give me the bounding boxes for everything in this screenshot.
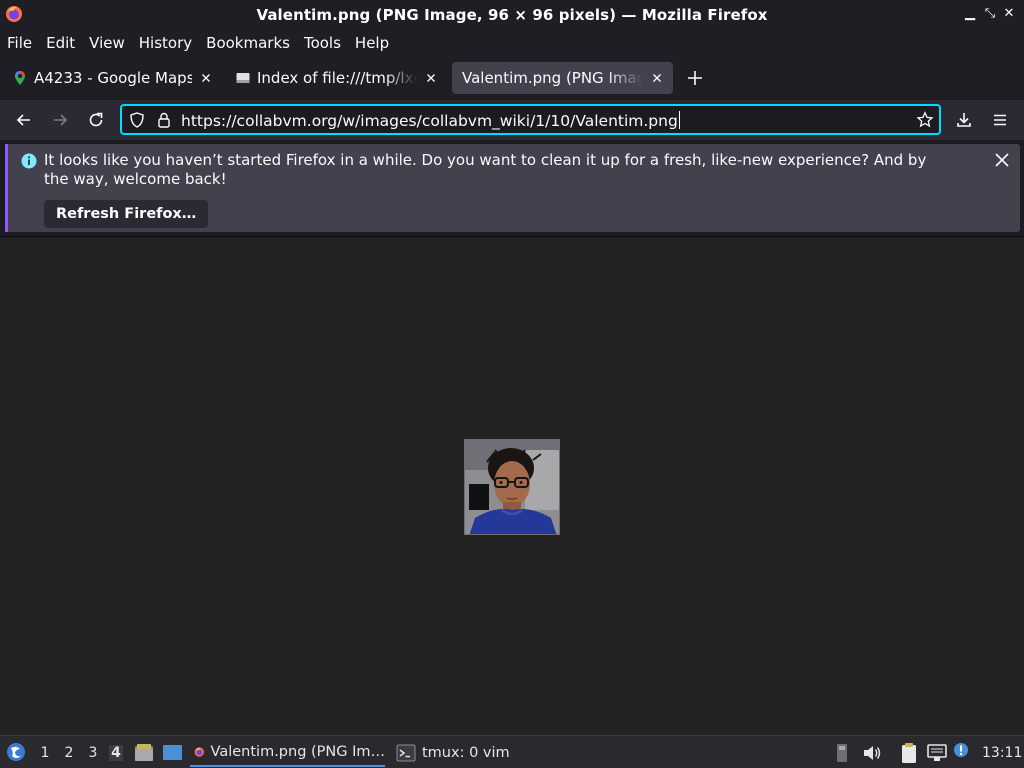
tab-file-index[interactable]: Index of file:///tmp/lxqt (225, 62, 447, 94)
close-icon[interactable] (994, 152, 1010, 168)
menu-help[interactable]: Help (355, 34, 389, 52)
menu-edit[interactable]: Edit (46, 34, 75, 52)
taskbar-firefox-window[interactable]: Valentim.png (PNG Im… (190, 738, 385, 767)
back-arrow-icon[interactable] (14, 110, 34, 130)
desktop-1-button[interactable]: 1 (38, 745, 52, 761)
start-menu-icon[interactable] (6, 742, 26, 762)
text-caret (678, 111, 680, 129)
tab-strip: A4233 - Google Maps Index of file:///tmp… (0, 56, 1024, 100)
downloads-icon[interactable] (954, 110, 974, 130)
tab-google-maps[interactable]: A4233 - Google Maps (2, 62, 222, 94)
image-viewer (0, 237, 1024, 735)
desktop-4-button[interactable]: 4 (109, 745, 123, 761)
notification-alert-icon[interactable] (953, 742, 969, 758)
maximize-icon[interactable]: ⤡ (983, 6, 997, 22)
file-manager-icon[interactable] (134, 743, 154, 762)
reload-icon[interactable] (86, 110, 106, 130)
removable-media-icon[interactable] (834, 743, 850, 763)
file-index-icon (236, 73, 250, 83)
menu-file[interactable]: File (7, 34, 32, 52)
tab-label: Index of file:///tmp/lxqt (257, 69, 417, 87)
close-tab-icon[interactable] (423, 70, 439, 86)
tab-valentim-png[interactable]: Valentim.png (PNG Image, 96 × 96 pixels) (452, 62, 673, 94)
url-value: https://collabvm.org/w/images/collabvm_w… (181, 112, 678, 130)
notification-message: It looks like you haven’t started Firefo… (44, 151, 927, 188)
lock-icon[interactable] (155, 111, 173, 129)
menu-bar: File Edit View History Bookmarks Tools H… (0, 29, 1024, 56)
valentim-image[interactable] (464, 439, 560, 535)
map-pin-icon (15, 71, 25, 85)
desktop-3-button[interactable]: 3 (86, 745, 100, 761)
url-field[interactable]: https://collabvm.org/w/images/collabvm_w… (181, 111, 680, 130)
close-tab-icon[interactable] (649, 70, 665, 86)
network-icon[interactable] (926, 743, 948, 763)
taskbar: 1 2 3 4 Valentim.png (PNG Im… tmux: 0 vi… (0, 735, 1024, 768)
show-desktop-icon[interactable] (162, 744, 183, 761)
window-titlebar: Valentim.png (PNG Image, 96 × 96 pixels)… (0, 0, 1024, 29)
task-label: tmux: 0 vim (422, 744, 510, 761)
url-bar[interactable]: https://collabvm.org/w/images/collabvm_w… (120, 104, 941, 135)
info-icon (21, 153, 37, 169)
desktop-2-button[interactable]: 2 (62, 745, 76, 761)
menu-history[interactable]: History (139, 34, 192, 52)
clipboard-icon[interactable] (898, 742, 920, 764)
taskbar-clock: 13:11 (982, 745, 1023, 761)
menu-view[interactable]: View (89, 34, 125, 52)
new-tab-plus-icon[interactable] (685, 68, 705, 88)
portrait-photo (465, 440, 559, 534)
window-title: Valentim.png (PNG Image, 96 × 96 pixels)… (256, 5, 768, 24)
bookmark-star-icon[interactable] (916, 111, 934, 129)
tab-label: Valentim.png (PNG Image, 96 × 96 pixels) (462, 69, 643, 87)
menu-tools[interactable]: Tools (304, 34, 341, 52)
terminal-icon (396, 744, 416, 761)
task-label: Valentim.png (PNG Im… (210, 743, 385, 760)
refresh-notification-bar: It looks like you haven’t started Firefo… (5, 144, 1020, 232)
firefox-icon (194, 746, 204, 757)
hamburger-menu-icon[interactable] (990, 110, 1010, 130)
menu-bookmarks[interactable]: Bookmarks (206, 34, 290, 52)
tracking-shield-icon[interactable] (128, 111, 146, 129)
forward-arrow-icon[interactable] (50, 110, 70, 130)
minimize-icon[interactable]: ▁ (963, 6, 977, 22)
taskbar-terminal-window[interactable]: tmux: 0 vim (392, 738, 532, 767)
tab-label: A4233 - Google Maps (34, 69, 192, 87)
navigation-toolbar: https://collabvm.org/w/images/collabvm_w… (0, 100, 1024, 140)
firefox-icon (6, 6, 22, 22)
close-window-icon[interactable]: ✕ (1002, 6, 1016, 22)
refresh-firefox-button[interactable]: Refresh Firefox… (44, 200, 209, 228)
close-tab-icon[interactable] (198, 70, 214, 86)
volume-icon[interactable] (862, 743, 882, 763)
